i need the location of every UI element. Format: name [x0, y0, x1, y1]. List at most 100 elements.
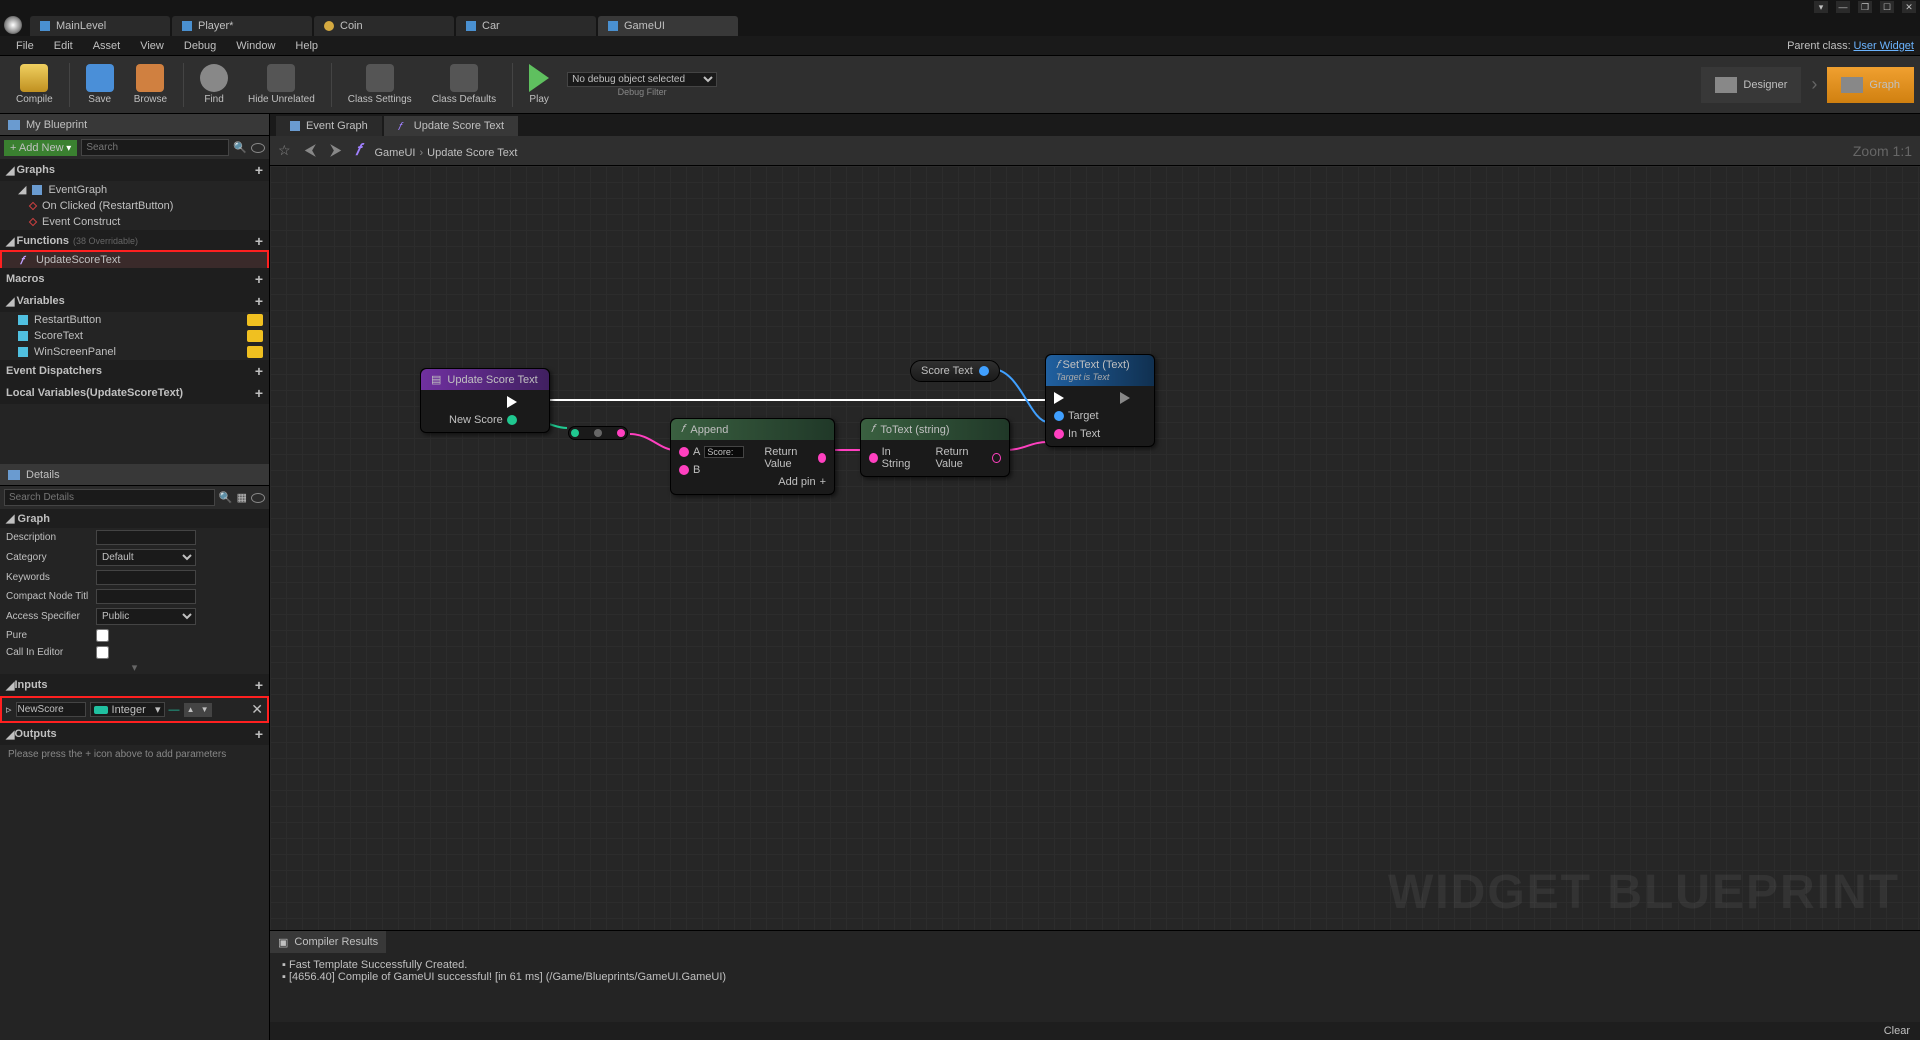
class-defaults-button[interactable]: Class Defaults	[422, 64, 506, 105]
exec-out-pin[interactable]	[1120, 392, 1130, 404]
menu-help[interactable]: Help	[285, 40, 328, 52]
find-button[interactable]: Find	[190, 64, 238, 105]
eye-icon[interactable]	[251, 143, 265, 153]
menu-window[interactable]: Window	[226, 40, 285, 52]
add-new-button[interactable]: + Add New ▾	[4, 140, 77, 156]
compile-button[interactable]: Compile	[6, 64, 63, 105]
class-settings-button[interactable]: Class Settings	[338, 64, 422, 105]
add-variable-button[interactable]: +	[255, 293, 263, 309]
event-graph-item[interactable]: ◢EventGraph	[0, 181, 269, 198]
menu-edit[interactable]: Edit	[44, 40, 83, 52]
exec-in-pin[interactable]	[1054, 392, 1064, 404]
doc-tab-player[interactable]: Player*	[172, 16, 312, 36]
keywords-input[interactable]	[96, 570, 196, 585]
inputs-section[interactable]: ◢ Inputs+	[0, 674, 269, 696]
add-macro-button[interactable]: +	[255, 271, 263, 287]
browse-button[interactable]: Browse	[124, 64, 177, 105]
string-pin[interactable]	[679, 447, 689, 457]
play-button[interactable]: Play	[519, 64, 559, 105]
hide-unrelated-button[interactable]: Hide Unrelated	[238, 64, 325, 105]
integer-pin[interactable]	[507, 415, 517, 425]
compact-title-input[interactable]	[96, 589, 196, 604]
text-pin[interactable]	[1054, 429, 1064, 439]
my-blueprint-tab[interactable]: My Blueprint	[0, 114, 269, 136]
variable-item[interactable]: WinScreenPanel	[0, 344, 269, 360]
eye-icon[interactable]	[251, 493, 265, 503]
window-min[interactable]: —	[1836, 1, 1850, 13]
move-up-button[interactable]: ▲	[184, 703, 198, 717]
access-select[interactable]: Public	[96, 608, 196, 625]
pin[interactable]	[571, 429, 579, 437]
add-output-button[interactable]: +	[255, 726, 263, 742]
call-in-editor-checkbox[interactable]	[96, 646, 109, 659]
window-restore[interactable]: ❐	[1858, 1, 1872, 13]
graph-canvas[interactable]: ▤Update Score Text New Score 𝑓Append	[270, 166, 1920, 930]
node-settext[interactable]: 𝑓 SetText (Text)Target is Text Target In…	[1045, 354, 1155, 447]
macros-header[interactable]: Macros+	[0, 268, 269, 290]
exec-out-pin[interactable]	[507, 396, 517, 408]
category-select[interactable]: Default	[96, 549, 196, 566]
search-icon[interactable]: 🔍	[219, 491, 233, 504]
description-input[interactable]	[96, 530, 196, 545]
add-local-button[interactable]: +	[255, 385, 263, 401]
locals-header[interactable]: Local Variables (UpdateScoreText)+	[0, 382, 269, 404]
details-search-input[interactable]	[4, 489, 215, 506]
text-pin[interactable]	[992, 453, 1001, 463]
window-max[interactable]: ☐	[1880, 1, 1894, 13]
designer-mode-button[interactable]: Designer	[1701, 67, 1801, 103]
node-totext[interactable]: 𝑓ToText (string) In String Return Value	[860, 418, 1010, 477]
dispatchers-header[interactable]: Event Dispatchers+	[0, 360, 269, 382]
window-close[interactable]: ✕	[1902, 1, 1916, 13]
pin-default-input[interactable]	[704, 446, 744, 458]
add-pin-button[interactable]: Add pin	[778, 476, 815, 488]
search-input[interactable]	[81, 139, 229, 156]
pin[interactable]	[594, 429, 602, 437]
string-pin[interactable]	[818, 453, 826, 463]
variable-item[interactable]: RestartButton	[0, 312, 269, 328]
node-append[interactable]: 𝑓Append A B Return Value Add pin +	[670, 418, 835, 495]
node-function-entry[interactable]: ▤Update Score Text New Score	[420, 368, 550, 433]
compiler-results-tab[interactable]: ▣Compiler Results	[270, 931, 386, 953]
move-down-button[interactable]: ▼	[198, 703, 212, 717]
param-name-input[interactable]	[16, 702, 86, 717]
graph-mode-button[interactable]: Graph	[1827, 67, 1914, 103]
object-pin[interactable]	[979, 366, 989, 376]
add-dispatcher-button[interactable]: +	[255, 363, 263, 379]
tab-update-score-text[interactable]: 𝑓Update Score Text	[384, 116, 518, 136]
outputs-section[interactable]: ◢ Outputs+	[0, 723, 269, 745]
favorite-icon[interactable]: ☆	[278, 142, 291, 159]
pure-checkbox[interactable]	[96, 629, 109, 642]
doc-tab-coin[interactable]: Coin	[314, 16, 454, 36]
pin[interactable]	[617, 429, 625, 437]
delete-param-button[interactable]: ✕	[251, 701, 263, 718]
menu-view[interactable]: View	[130, 40, 174, 52]
string-pin[interactable]	[869, 453, 878, 463]
param-type-select[interactable]: Integer▾	[90, 702, 165, 717]
object-pin[interactable]	[1054, 411, 1064, 421]
add-input-button[interactable]: +	[255, 677, 263, 693]
menu-file[interactable]: File	[6, 40, 44, 52]
grid-icon[interactable]: ▦	[237, 491, 247, 504]
add-function-button[interactable]: +	[255, 233, 263, 249]
node-variable-scoretext[interactable]: Score Text	[910, 360, 1000, 382]
functions-header[interactable]: ◢Functions(38 Overridable)+	[0, 230, 269, 252]
parent-class-link[interactable]: User Widget	[1853, 40, 1914, 52]
doc-tab-car[interactable]: Car	[456, 16, 596, 36]
nav-back-icon[interactable]: ⮜	[305, 142, 316, 160]
visibility-toggle[interactable]	[247, 330, 263, 342]
expand-icon[interactable]: ▹	[6, 703, 12, 716]
doc-tab-gameui[interactable]: GameUI	[598, 16, 738, 36]
details-tab[interactable]: Details	[0, 464, 269, 486]
plus-icon[interactable]: +	[820, 476, 826, 488]
nav-forward-icon[interactable]: ⮞	[330, 142, 342, 160]
menu-debug[interactable]: Debug	[174, 40, 226, 52]
variable-item[interactable]: ScoreText	[0, 328, 269, 344]
string-pin[interactable]	[679, 465, 689, 475]
add-graph-button[interactable]: +	[255, 162, 263, 178]
clear-button[interactable]: Clear	[1884, 1025, 1910, 1037]
graphs-header[interactable]: ◢Graphs+	[0, 159, 269, 181]
menu-asset[interactable]: Asset	[83, 40, 131, 52]
window-btn[interactable]: ▾	[1814, 1, 1828, 13]
tab-event-graph[interactable]: Event Graph	[276, 116, 382, 136]
doc-tab-mainlevel[interactable]: MainLevel	[30, 16, 170, 36]
